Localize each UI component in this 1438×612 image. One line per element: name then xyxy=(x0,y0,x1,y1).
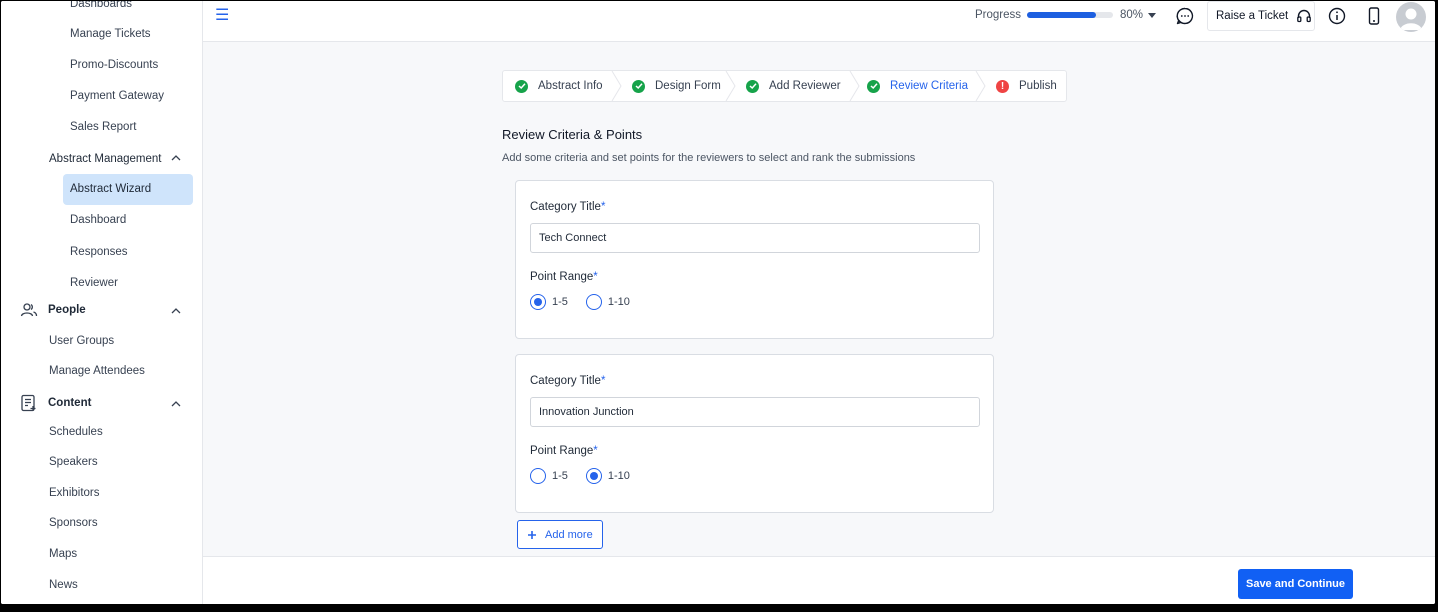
section-title: Review Criteria & Points xyxy=(502,127,643,142)
sidebar-group-content[interactable]: Content xyxy=(20,394,91,412)
point-range-group: 1-5 1-10 xyxy=(530,294,648,310)
radio-dot xyxy=(534,298,542,306)
check-circle-icon xyxy=(746,79,759,93)
step-label: Review Criteria xyxy=(890,80,968,92)
raise-ticket-label: Raise a Ticket xyxy=(1216,10,1289,22)
point-range-label: Point Range* xyxy=(530,271,598,283)
radio-1-5[interactable]: 1-5 xyxy=(530,468,568,484)
step-label: Publish xyxy=(1019,80,1057,92)
sidebar-group-label: Content xyxy=(48,397,92,409)
step-separator xyxy=(975,71,986,101)
chevron-up-icon[interactable] xyxy=(171,153,181,163)
sidebar-item-schedules[interactable]: Schedules xyxy=(49,426,103,438)
step-publish[interactable]: ! Publish xyxy=(996,71,1057,101)
mobile-icon[interactable] xyxy=(1364,6,1384,26)
sidebar-item-responses[interactable]: Responses xyxy=(70,246,128,258)
sidebar-item-abstract-wizard[interactable]: Abstract Wizard xyxy=(70,183,151,195)
save-and-continue-button[interactable]: Save and Continue xyxy=(1238,569,1353,599)
sidebar-item-maps[interactable]: Maps xyxy=(49,548,77,560)
sidebar-item-payment-gateway[interactable]: Payment Gateway xyxy=(70,90,164,102)
sidebar-item-user-groups[interactable]: User Groups xyxy=(49,335,114,347)
sidebar-item-promo-discounts[interactable]: Promo-Discounts xyxy=(70,59,158,71)
radio-1-10[interactable]: 1-10 xyxy=(585,468,630,484)
progress-bar-fill xyxy=(1027,12,1096,18)
sidebar-item-speakers[interactable]: Speakers xyxy=(49,456,98,468)
content-icon xyxy=(21,394,36,412)
radio-circle[interactable] xyxy=(585,468,602,484)
category-title-input[interactable] xyxy=(530,223,980,253)
avatar[interactable] xyxy=(1396,2,1426,32)
radio-circle[interactable] xyxy=(530,468,546,484)
progress-value: 80% xyxy=(1120,9,1144,21)
category-title-label: Category Title* xyxy=(530,201,606,213)
sidebar-group-label: People xyxy=(48,304,86,316)
radio-label: 1-10 xyxy=(607,470,630,482)
step-add-reviewer[interactable]: Add Reviewer xyxy=(746,71,841,101)
sidebar-item-sponsors[interactable]: Sponsors xyxy=(49,517,98,529)
step-abstract-info[interactable]: Abstract Info xyxy=(515,71,603,101)
step-separator xyxy=(611,71,622,101)
category-title-input[interactable] xyxy=(530,397,980,427)
step-design-form[interactable]: Design Form xyxy=(632,71,721,101)
category-title-label: Category Title* xyxy=(530,375,606,387)
info-icon[interactable] xyxy=(1327,6,1347,26)
sidebar-item-dashboards[interactable]: Dashboards xyxy=(70,1,132,10)
check-circle-icon xyxy=(867,79,880,93)
radio-label: 1-5 xyxy=(552,296,568,308)
criteria-card: Category Title* Point Range* 1-5 1-10 xyxy=(515,180,994,339)
sidebar-group-abstract-management[interactable]: Abstract Management xyxy=(49,153,162,165)
sidebar-item-manage-attendees[interactable]: Manage Attendees xyxy=(49,365,145,377)
point-range-group: 1-5 1-10 xyxy=(530,468,648,484)
app-window: Dashboards Manage Tickets Promo-Discount… xyxy=(1,1,1435,604)
topbar: ☰ Progress 80% Raise a Ticket xyxy=(203,1,1435,42)
sidebar-item-exhibitors[interactable]: Exhibitors xyxy=(49,487,100,499)
plus-icon xyxy=(528,530,536,539)
radio-1-5[interactable]: 1-5 xyxy=(530,294,568,310)
chevron-up-icon[interactable] xyxy=(171,306,181,316)
criteria-card: Category Title* Point Range* 1-5 1-10 xyxy=(515,354,994,513)
radio-dot xyxy=(589,472,598,480)
user-avatar-icon xyxy=(1400,8,1422,30)
check-circle-icon xyxy=(632,79,645,93)
progress-bar xyxy=(1027,12,1113,18)
step-label: Add Reviewer xyxy=(769,80,841,92)
footer-bar: Save and Continue xyxy=(203,556,1435,604)
sidebar-item-manage-tickets[interactable]: Manage Tickets xyxy=(70,28,151,40)
step-separator xyxy=(849,71,860,101)
radio-circle[interactable] xyxy=(530,294,546,310)
chat-icon[interactable] xyxy=(1175,6,1195,26)
point-range-label: Point Range* xyxy=(530,445,598,457)
radio-circle[interactable] xyxy=(585,294,602,310)
raise-ticket-button[interactable]: Raise a Ticket xyxy=(1207,1,1315,31)
sidebar-item-sales-report[interactable]: Sales Report xyxy=(70,121,136,133)
step-label: Design Form xyxy=(655,80,721,92)
sidebar-item-dashboard[interactable]: Dashboard xyxy=(70,214,126,226)
people-icon xyxy=(20,303,38,317)
sidebar-item-news[interactable]: News xyxy=(49,579,78,591)
chevron-up-icon[interactable] xyxy=(171,399,181,409)
radio-label: 1-5 xyxy=(552,470,568,482)
add-more-label: Add more xyxy=(545,528,593,541)
radio-1-10[interactable]: 1-10 xyxy=(585,294,630,310)
wizard-stepper: Abstract Info Design Form Add Reviewer R… xyxy=(502,70,1067,102)
sidebar: Dashboards Manage Tickets Promo-Discount… xyxy=(1,1,203,604)
step-label: Abstract Info xyxy=(538,80,603,92)
caret-down-icon[interactable] xyxy=(1148,13,1156,18)
alert-circle-icon: ! xyxy=(996,79,1009,93)
sidebar-item-reviewer[interactable]: Reviewer xyxy=(70,277,118,289)
radio-label: 1-10 xyxy=(607,296,630,308)
step-separator xyxy=(725,71,736,101)
menu-icon[interactable]: ☰ xyxy=(215,8,229,24)
section-description: Add some criteria and set points for the… xyxy=(502,152,916,164)
sidebar-group-people[interactable]: People xyxy=(20,301,86,319)
step-review-criteria[interactable]: Review Criteria xyxy=(867,71,968,101)
check-circle-icon xyxy=(515,79,528,93)
headset-icon xyxy=(1297,9,1312,23)
add-more-button[interactable]: Add more xyxy=(517,520,603,549)
progress-label: Progress xyxy=(975,9,1022,21)
